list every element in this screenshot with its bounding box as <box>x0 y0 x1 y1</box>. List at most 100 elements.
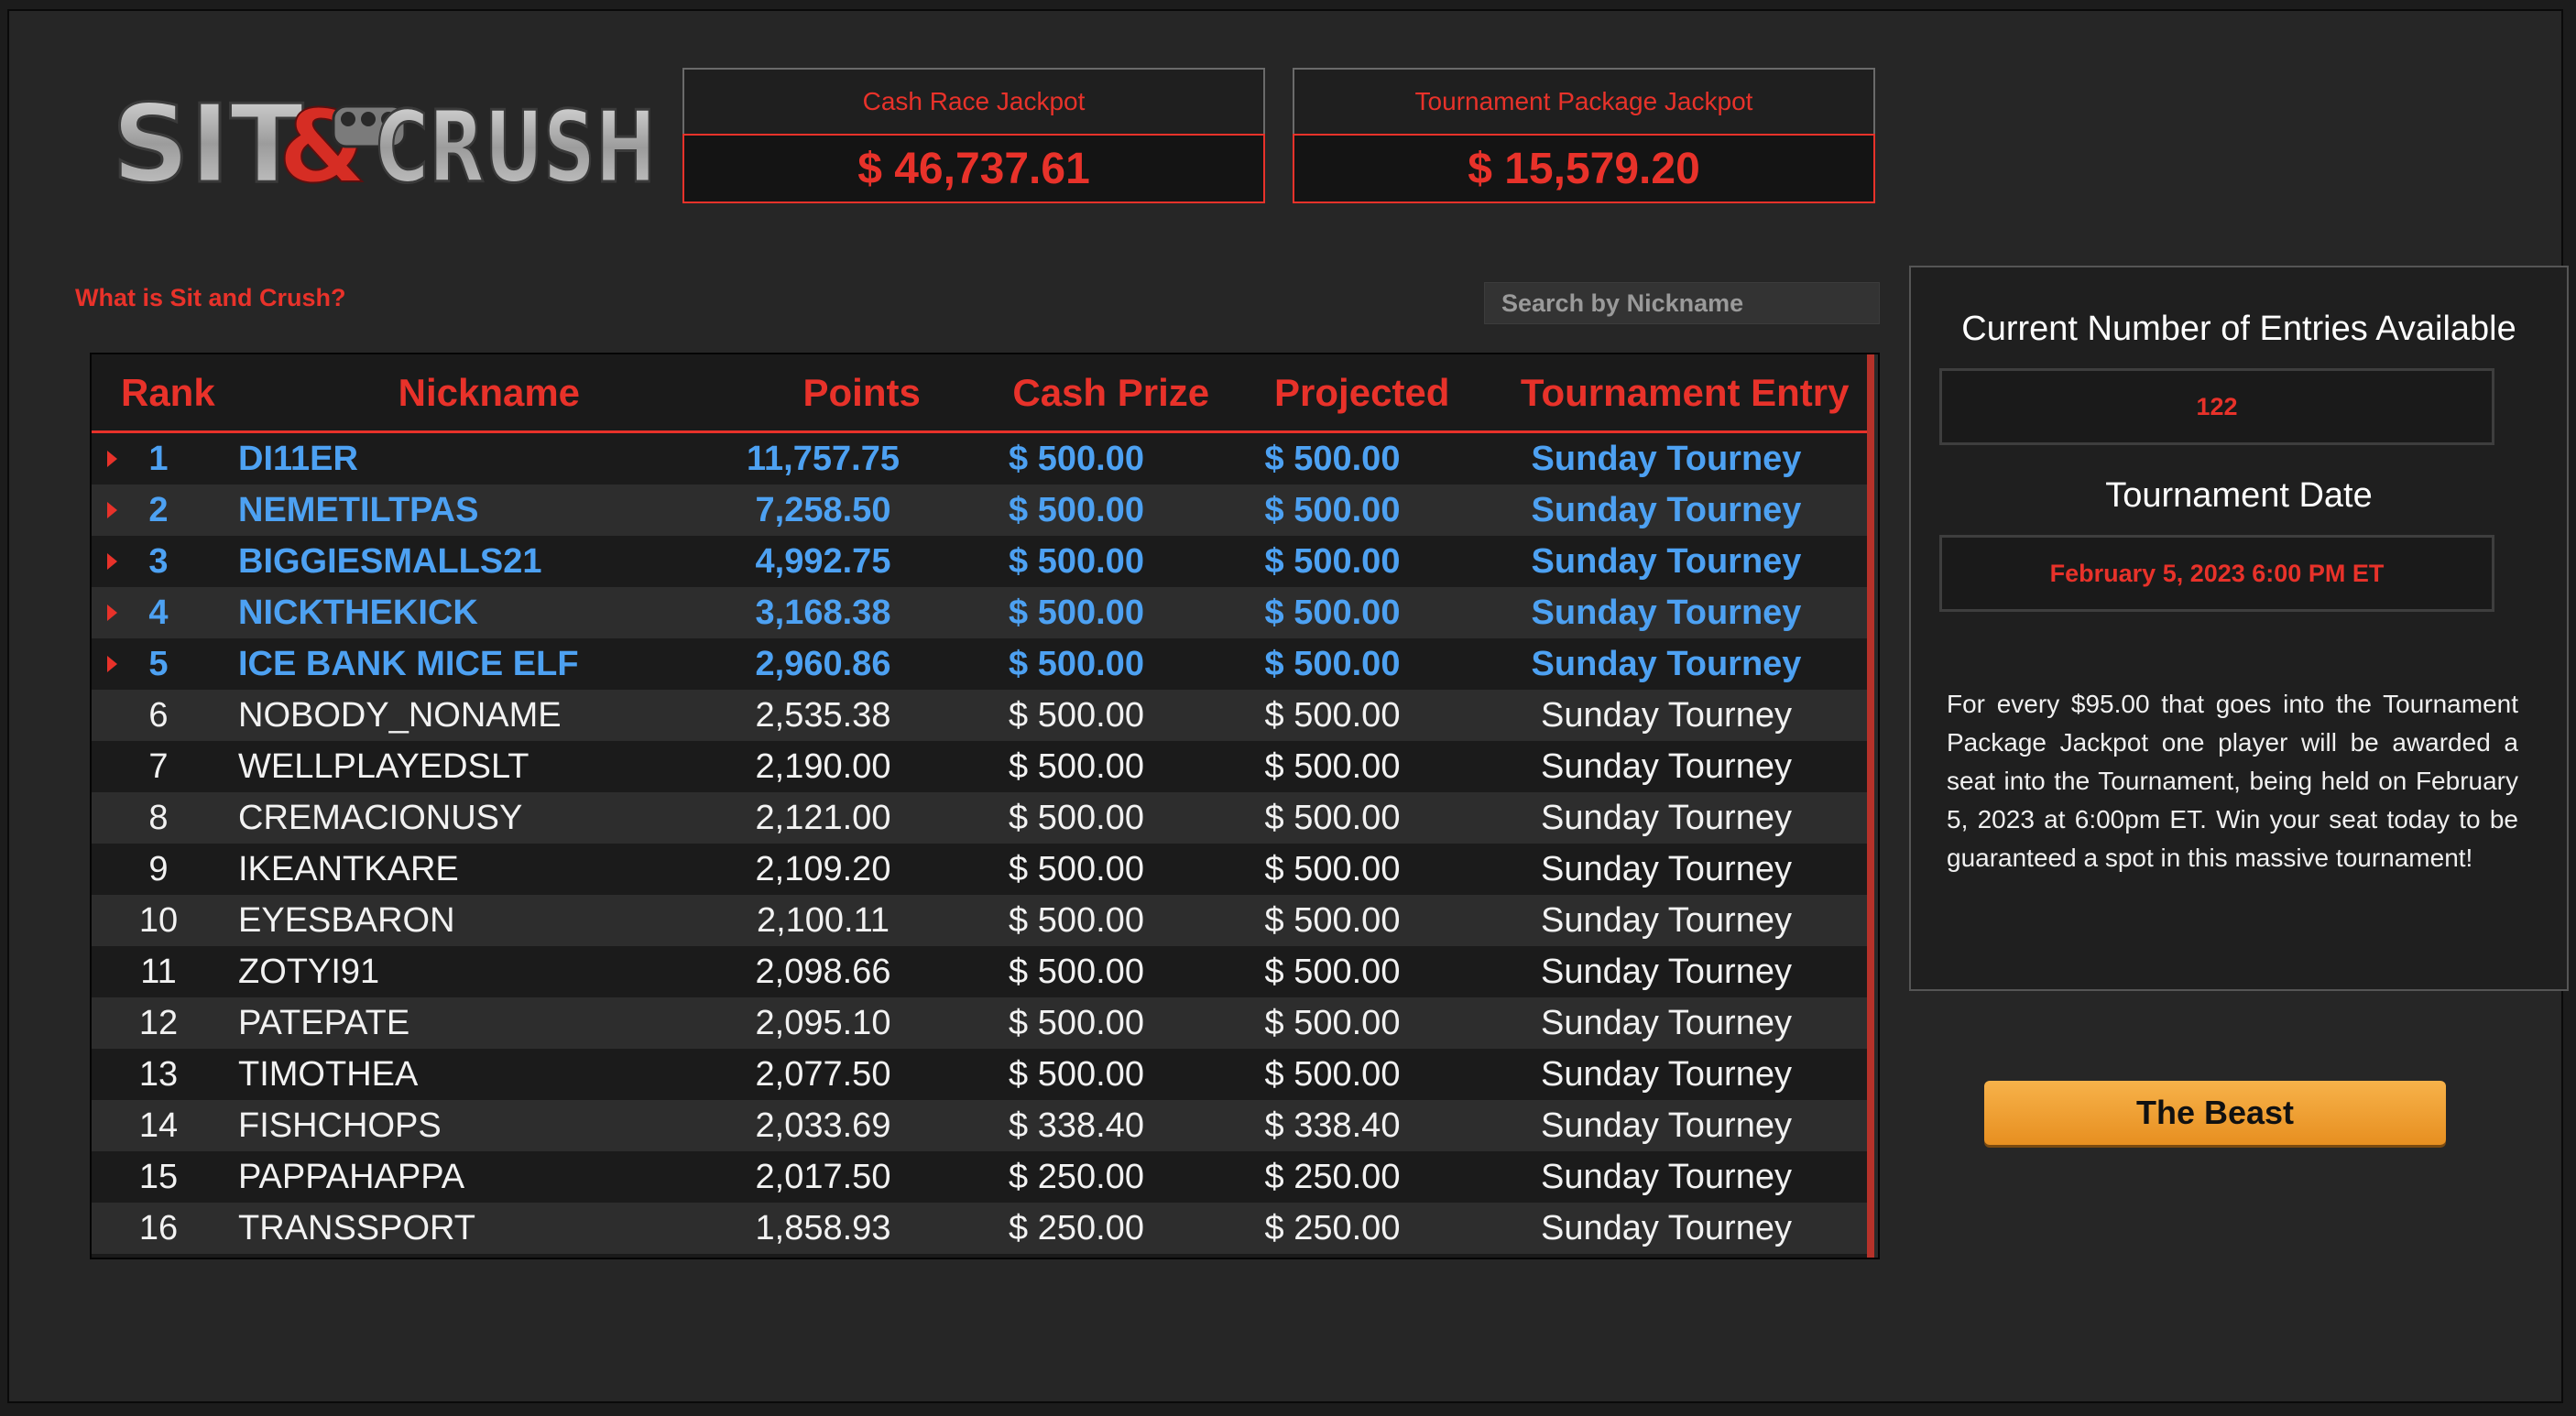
tournament-entry-cell: Sunday Tourney <box>1541 900 1792 940</box>
table-row[interactable]: 1 DI11ER 11,757.75 $ 500.00 $ 500.00 Sunday T… <box>92 433 1878 485</box>
rank-cell: 8 <box>148 798 169 837</box>
cash-prize-cell: $ 500.00 <box>1009 798 1144 837</box>
table-row[interactable]: 13 TIMOTHEA 2,077.50 $ 500.00 $ 500.00 Sunday… <box>92 1049 1878 1100</box>
table-row[interactable]: 11 ZOTYI91 2,098.66 $ 500.00 $ 500.00 Sunday … <box>92 946 1878 997</box>
sit-and-crush-logo: SIT & CRUSH <box>108 64 660 211</box>
row-expand-cell[interactable] <box>92 605 117 621</box>
table-body: 1 DI11ER 11,757.75 $ 500.00 $ 500.00 Sunday T… <box>92 433 1878 1254</box>
tournament-entry-cell: Sunday Tourney <box>1541 1106 1792 1145</box>
points-cell: 2,100.11 <box>756 900 890 940</box>
table-row[interactable]: 2 NEMETILTPAS 7,258.50 $ 500.00 $ 500.00 Sund… <box>92 485 1878 536</box>
tournament-entry-cell: Sunday Tourney <box>1541 695 1792 735</box>
projected-cell: $ 500.00 <box>1264 798 1401 837</box>
rank-cell: 9 <box>148 849 169 888</box>
table-row[interactable]: 7 WELLPLAYEDSLT 2,190.00 $ 500.00 $ 500.00 Su… <box>92 741 1878 792</box>
tournament-description: For every $95.00 that goes into the Tour… <box>1947 690 2518 872</box>
projected-cell: $ 500.00 <box>1264 900 1401 940</box>
tournament-entry-cell: Sunday Tourney <box>1541 1157 1792 1196</box>
projected-cell: $ 250.00 <box>1264 1208 1401 1247</box>
rank-cell: 13 <box>138 1054 179 1094</box>
table-row[interactable]: 10 EYESBARON 2,100.11 $ 500.00 $ 500.00 Sunda… <box>92 895 1878 946</box>
header-cash-prize[interactable]: Cash Prize <box>989 354 1232 430</box>
nickname-cell: PATEPATE <box>238 1003 410 1042</box>
table-scrollbar[interactable] <box>1867 354 1878 1258</box>
projected-cell: $ 500.00 <box>1264 746 1401 786</box>
nickname-cell: CREMACIONUSY <box>238 798 523 837</box>
header-tournament-entry[interactable]: Tournament Entry <box>1491 354 1878 430</box>
projected-cell: $ 500.00 <box>1264 490 1401 529</box>
points-cell: 2,017.50 <box>755 1157 891 1196</box>
logo-text-sit: SIT <box>112 81 303 207</box>
table-row[interactable]: 6 NOBODY_NONAME 2,535.38 $ 500.00 $ 500.00 Su… <box>92 690 1878 741</box>
nickname-cell: TRANSSPORT <box>238 1208 476 1247</box>
header-projected[interactable]: Projected <box>1232 354 1491 430</box>
points-cell: 1,858.93 <box>755 1208 891 1247</box>
table-row[interactable]: 14 FISHCHOPS 2,033.69 $ 338.40 $ 338.40 Sunda… <box>92 1100 1878 1151</box>
nickname-cell: FISHCHOPS <box>238 1106 442 1145</box>
header-points[interactable]: Points <box>734 354 989 430</box>
table-row[interactable]: 3 BIGGIESMALLS21 4,992.75 $ 500.00 $ 500.00 S… <box>92 536 1878 587</box>
the-beast-button[interactable]: The Beast <box>1984 1081 2446 1145</box>
points-cell: 3,168.38 <box>755 593 891 632</box>
tournament-entry-cell: Sunday Tourney <box>1541 1054 1792 1094</box>
cash-prize-cell: $ 500.00 <box>1009 490 1144 529</box>
tournament-entry-cell: Sunday Tourney <box>1531 439 1802 478</box>
projected-cell: $ 250.00 <box>1264 1157 1401 1196</box>
tournament-date-value: February 5, 2023 6:00 PM ET <box>1939 535 2494 612</box>
tournament-entry-cell: Sunday Tourney <box>1541 849 1792 888</box>
table-row[interactable]: 15 PAPPAHAPPA 2,017.50 $ 250.00 $ 250.00 Sund… <box>92 1151 1878 1203</box>
points-cell: 11,757.75 <box>747 439 900 478</box>
rank-cell: 12 <box>138 1003 179 1042</box>
cash-prize-cell: $ 500.00 <box>1009 849 1144 888</box>
nickname-cell: DI11ER <box>238 439 358 478</box>
tournament-info-panel: Current Number of Entries Available 122 … <box>1909 266 2569 991</box>
rank-cell: 14 <box>138 1106 179 1145</box>
points-cell: 2,077.50 <box>755 1054 891 1094</box>
tournament-entry-cell: Sunday Tourney <box>1541 1208 1792 1247</box>
nickname-cell: NICKTHEKICK <box>238 593 478 632</box>
points-cell: 2,960.86 <box>755 644 891 683</box>
projected-cell: $ 500.00 <box>1264 593 1401 632</box>
nickname-cell: TIMOTHEA <box>238 1054 419 1094</box>
tournament-entry-cell: Sunday Tourney <box>1531 593 1802 632</box>
rank-cell: 15 <box>138 1157 179 1196</box>
header-rank[interactable]: Rank <box>92 354 245 430</box>
table-row[interactable]: 4 NICKTHEKICK 3,168.38 $ 500.00 $ 500.00 Sund… <box>92 587 1878 638</box>
points-cell: 2,535.38 <box>755 695 891 735</box>
table-row[interactable]: 9 IKEANTKARE 2,109.20 $ 500.00 $ 500.00 Sunda… <box>92 844 1878 895</box>
table-row[interactable]: 16 TRANSSPORT 1,858.93 $ 250.00 $ 250.00 Sund… <box>92 1203 1878 1254</box>
cash-prize-cell: $ 500.00 <box>1009 644 1144 683</box>
nickname-cell: WELLPLAYEDSLT <box>238 746 529 786</box>
entries-available-title: Current Number of Entries Available <box>1961 310 2516 348</box>
scrollbar-thumb[interactable] <box>1867 354 1874 1258</box>
cash-prize-cell: $ 500.00 <box>1009 900 1144 940</box>
nickname-cell: IKEANTKARE <box>238 849 459 888</box>
tournament-entry-cell: Sunday Tourney <box>1531 490 1802 529</box>
rank-cell: 3 <box>148 541 169 581</box>
rank-cell: 2 <box>148 490 169 529</box>
cash-prize-cell: $ 500.00 <box>1009 746 1144 786</box>
projected-cell: $ 500.00 <box>1264 695 1401 735</box>
table-row[interactable]: 5 ICE BANK MICE ELF 2,960.86 $ 500.00 $ 500.… <box>92 638 1878 690</box>
search-nickname-input[interactable] <box>1484 282 1880 324</box>
cash-prize-cell: $ 500.00 <box>1009 439 1144 478</box>
row-expand-cell[interactable] <box>92 656 117 672</box>
row-expand-cell[interactable] <box>92 502 117 518</box>
table-row[interactable]: 8 CREMACIONUSY 2,121.00 $ 500.00 $ 500.00 Sun… <box>92 792 1878 844</box>
table-row[interactable]: 12 PATEPATE 2,095.10 $ 500.00 $ 500.00 Sunday… <box>92 997 1878 1049</box>
projected-cell: $ 500.00 <box>1264 439 1401 478</box>
row-expand-cell[interactable] <box>92 553 117 570</box>
projected-cell: $ 500.00 <box>1264 849 1401 888</box>
cash-race-jackpot: Cash Race Jackpot $ 46,737.61 <box>682 68 1265 203</box>
rank-cell: 7 <box>148 746 169 786</box>
header-nickname[interactable]: Nickname <box>245 354 734 430</box>
cash-prize-cell: $ 500.00 <box>1009 593 1144 632</box>
points-cell: 2,190.00 <box>755 746 891 786</box>
tournament-entry-cell: Sunday Tourney <box>1541 952 1792 991</box>
what-is-sit-and-crush-link[interactable]: What is Sit and Crush? <box>75 284 346 312</box>
page-frame: SIT & CRUSH Cash Race Jackpot $ 46,737.6… <box>7 9 2569 1403</box>
nickname-cell: BIGGIESMALLS21 <box>238 541 542 581</box>
rank-cell: 5 <box>148 644 169 683</box>
row-expand-cell[interactable] <box>92 451 117 467</box>
projected-cell: $ 500.00 <box>1264 952 1401 991</box>
